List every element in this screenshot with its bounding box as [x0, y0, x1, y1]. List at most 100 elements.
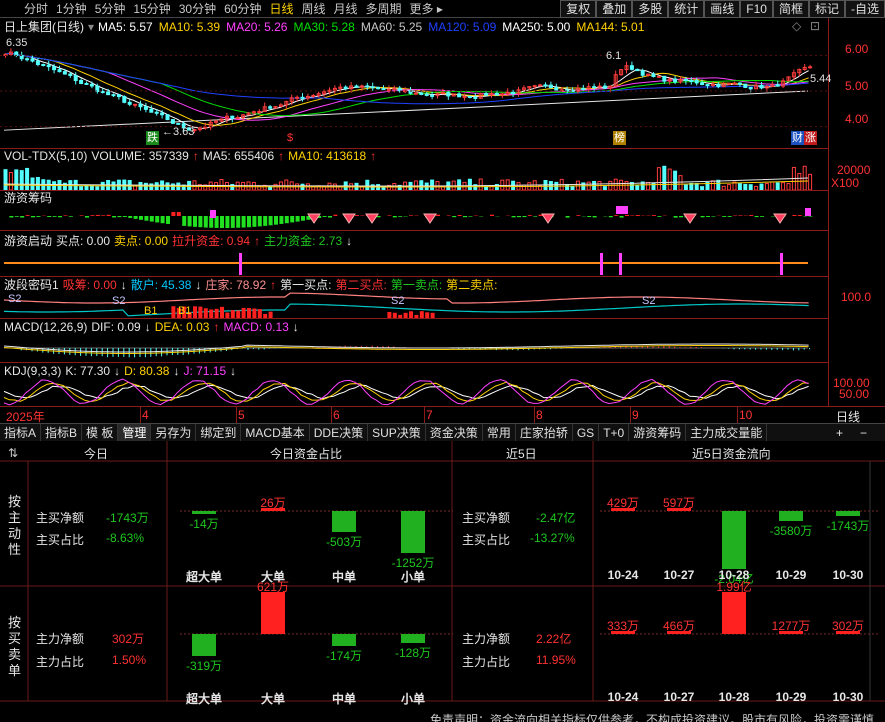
period-tab-5[interactable]: 60分钟: [220, 0, 265, 18]
active-today-value-2: -503万: [325, 535, 363, 550]
order-ratio5-label: 主力占比: [462, 655, 511, 669]
start-panel: 游资启动 买点: 0.00 卖点: 0.00 拉升资金: 0.94 ↑ 主力资金:…: [0, 230, 885, 276]
timeline-axis: 2025年 4 5 6 7 8 9 10 日线: [0, 406, 885, 424]
start-signal-chart[interactable]: [0, 250, 828, 276]
chart-settings-icon[interactable]: ◇: [792, 19, 801, 33]
order-5d-value-0: 333万: [606, 619, 640, 633]
wave-axis: 100.0: [828, 276, 885, 318]
order-5d-bar-2[interactable]: [722, 592, 746, 634]
active-5d-value-1: 597万: [662, 496, 696, 510]
chips-header: 游资筹码: [4, 190, 56, 206]
wave-dealer: 庄家: 78.92: [205, 278, 267, 292]
sort-icon[interactable]: ⇅: [8, 446, 18, 460]
toolbar-button-2[interactable]: 多股: [632, 0, 669, 18]
price-candles-chart[interactable]: [0, 34, 828, 148]
tab-8[interactable]: SUP决策: [368, 423, 426, 442]
tab-3[interactable]: 管理: [118, 423, 152, 442]
chips-title: 游资筹码: [4, 191, 53, 205]
active-5d-bar-4[interactable]: [836, 511, 860, 517]
order-today-bar-0[interactable]: [192, 634, 216, 656]
by-active-char-3: 性: [8, 542, 22, 557]
month-label-6: 6: [333, 408, 340, 422]
wave-tag-0: S2: [8, 293, 21, 305]
kdj-axis: 100.00 50.00: [828, 362, 885, 406]
add-icon[interactable]: +: [836, 424, 843, 442]
tab-10[interactable]: 常用: [483, 423, 516, 442]
wave-lines-chart[interactable]: S2 S2 B1 B1 S2 S2: [0, 292, 828, 318]
tab-0[interactable]: 指标A: [0, 423, 42, 442]
period-tab-3[interactable]: 15分钟: [129, 0, 174, 18]
marker-finance[interactable]: 财: [791, 131, 804, 145]
tab-5[interactable]: 绑定到: [196, 423, 242, 442]
toolbar-button-5[interactable]: F10: [740, 0, 773, 18]
main-chart-panel: 日上集团(日线) ▾ MA5: 5.57 MA10: 5.39 MA20: 5.26…: [0, 18, 885, 148]
active-today-label-0: 超大单: [185, 570, 222, 584]
kdj-chart[interactable]: [0, 378, 828, 406]
tab-11[interactable]: 庄家抬轿: [516, 423, 573, 442]
toolbar-button-0[interactable]: 复权: [560, 0, 597, 18]
active-today-bar-0[interactable]: [192, 511, 216, 514]
toolbar-right-buttons: 复权 叠加 多股 统计 画线 F10 简框 标记 -自选: [560, 0, 885, 18]
period-tab-4[interactable]: 30分钟: [175, 0, 220, 18]
marker-rank[interactable]: 榜: [613, 131, 626, 145]
chips-bars-chart[interactable]: [0, 206, 828, 230]
period-tab-0[interactable]: 分时: [20, 0, 52, 18]
minus-icon[interactable]: −: [860, 424, 867, 442]
marker-dollar[interactable]: $: [287, 131, 293, 145]
month-tick: [534, 407, 535, 423]
marker-fall[interactable]: 跌: [146, 131, 159, 145]
active-today-bar-2[interactable]: [332, 511, 356, 533]
tab-12[interactable]: GS: [573, 423, 600, 442]
volume-bars-chart[interactable]: [0, 164, 828, 190]
toolbar-button-3[interactable]: 统计: [668, 0, 705, 18]
period-tab-9[interactable]: 多周期: [362, 0, 406, 18]
order-today-bar-1[interactable]: [261, 592, 285, 634]
kdj-panel: KDJ(9,3,3) K: 77.30 ↓ D: 80.38 ↓ J: 71.15 ↓…: [0, 362, 885, 406]
price-tick-6: 6.00: [845, 42, 869, 56]
period-tab-6[interactable]: 日线: [265, 0, 297, 18]
tab-13[interactable]: T+0: [599, 423, 630, 442]
active-5d-bar-2[interactable]: [722, 511, 746, 569]
toolbar-button-8[interactable]: -自选: [845, 0, 885, 18]
order-today-bar-3[interactable]: [401, 634, 425, 643]
collapse-icon[interactable]: ▾: [88, 19, 94, 35]
tab-15[interactable]: 主力成交量能: [686, 423, 768, 442]
active-today-bar-3[interactable]: [401, 511, 425, 553]
tab-1[interactable]: 指标B: [41, 423, 83, 442]
by-active-char-1: 主: [8, 510, 22, 525]
active-5d-bar-3[interactable]: [779, 511, 803, 522]
period-tab-8[interactable]: 月线: [330, 0, 362, 18]
toolbar-button-7[interactable]: 标记: [808, 0, 845, 18]
tab-4[interactable]: 另存为: [151, 423, 197, 442]
tab-14[interactable]: 游资筹码: [629, 423, 687, 442]
marker-rise[interactable]: 涨: [804, 131, 817, 145]
arrow-up-icon: ↑: [370, 149, 377, 163]
period-tab-1[interactable]: 1分钟: [52, 0, 91, 18]
tab-7[interactable]: DDE决策: [310, 423, 369, 442]
order-today-bar-2[interactable]: [332, 634, 356, 646]
order-ratio5-value: 11.95%: [536, 653, 576, 667]
period-tab-7[interactable]: 周线: [297, 0, 329, 18]
tab-6[interactable]: MACD基本: [241, 423, 310, 442]
indicator-tabs: 指标A 指标B 模 板管理 另存为 绑定到 MACD基本 DDE决策 SUP决策 资金决策 常用庄…: [0, 423, 885, 442]
active-today-value-0: -14万: [189, 517, 219, 531]
active-5d-label-4: 10-30: [832, 568, 864, 582]
period-tab-2[interactable]: 5分钟: [91, 0, 130, 18]
macd-title: MACD(12,26,9): [4, 320, 88, 334]
macd-header: MACD(12,26,9) DIF: 0.09 ↓ DEA: 0.03 ↑ MACD…: [4, 319, 303, 335]
period-tab-10[interactable]: 更多 ▸: [406, 0, 447, 18]
toolbar-button-6[interactable]: 简框: [772, 0, 809, 18]
tab-9[interactable]: 资金决策: [426, 423, 483, 442]
wave-sell2: 第二卖点:: [446, 278, 498, 292]
tab-2[interactable]: 模 板: [82, 423, 119, 442]
toolbar-button-1[interactable]: 叠加: [596, 0, 633, 18]
chart-expand-icon[interactable]: ⊡: [810, 19, 820, 33]
today-ratio-header: 今日资金占比: [270, 447, 343, 461]
toolbar-button-4[interactable]: 画线: [704, 0, 741, 18]
arrow-down-icon: ↓: [230, 364, 237, 378]
ma-label-6: MA250: 5.00: [502, 20, 571, 34]
active-ratio-label: 主买占比: [36, 533, 85, 547]
arrow-up-icon: ↑: [270, 278, 277, 292]
start-lift: 拉升资金: 0.94: [172, 234, 251, 248]
macd-chart[interactable]: [0, 334, 828, 362]
